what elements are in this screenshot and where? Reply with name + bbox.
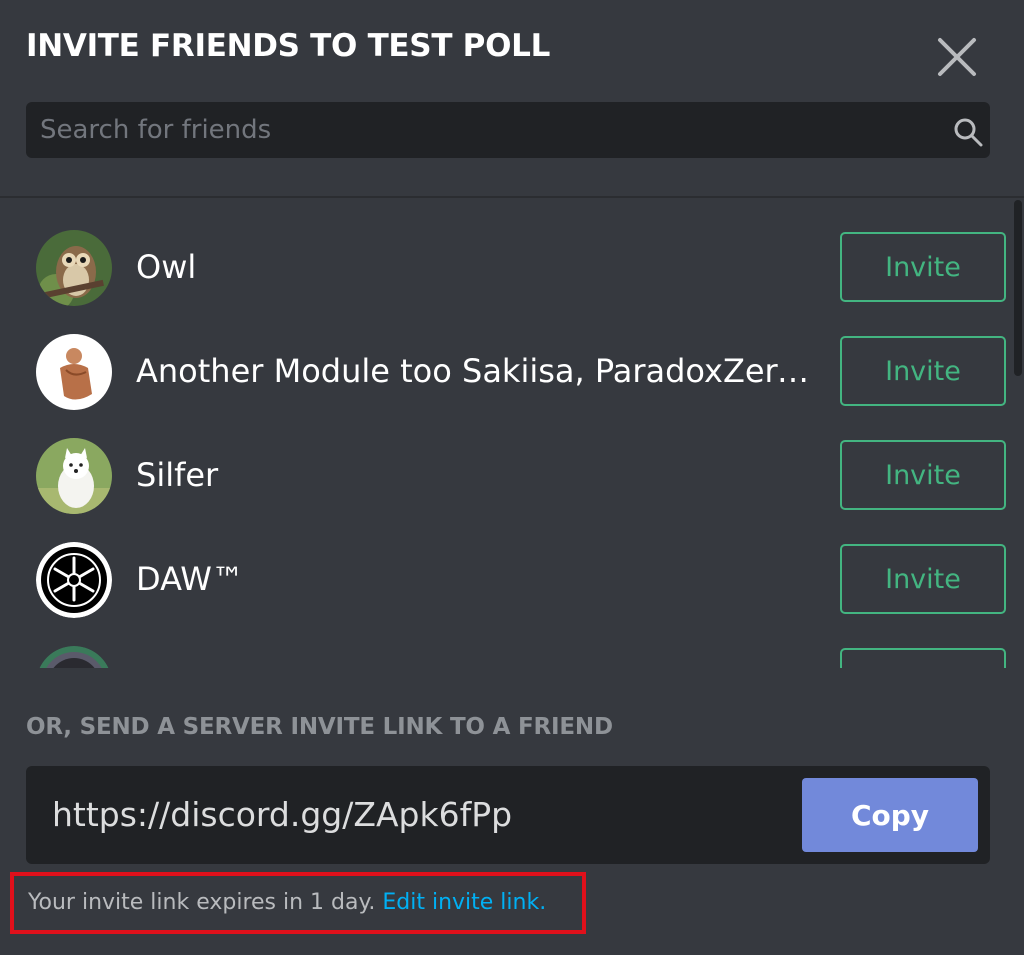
expiry-text: Your invite link expires in 1 day. <box>28 890 376 915</box>
modal-title: INVITE FRIENDS TO TEST POLL <box>26 28 551 64</box>
invite-link-section-label: OR, SEND A SERVER INVITE LINK TO A FRIEN… <box>26 714 613 740</box>
invite-button[interactable]: Invite <box>840 440 1006 510</box>
invite-button[interactable] <box>840 648 1006 668</box>
group-avatar <box>36 334 112 410</box>
friend-name: Owl <box>136 248 197 286</box>
friend-name: Another Module too Sakiisa, ParadoxZero,… <box>136 352 826 390</box>
friend-row: DAW™ Invite <box>0 512 1012 618</box>
search-input[interactable] <box>40 102 910 158</box>
friend-name: DAW™ <box>136 560 244 598</box>
copy-button[interactable]: Copy <box>802 778 978 852</box>
friend-search-bar <box>26 102 990 158</box>
partial-avatar <box>36 646 112 668</box>
friend-name: Silfer <box>136 456 219 494</box>
friend-row: Owl Invite <box>0 200 1012 306</box>
invite-button[interactable]: Invite <box>840 232 1006 302</box>
yamaha-logo-avatar <box>36 542 112 618</box>
invite-button[interactable]: Invite <box>840 544 1006 614</box>
close-icon[interactable] <box>934 34 980 80</box>
friend-row: Another Module too Sakiisa, ParadoxZero,… <box>0 304 1012 410</box>
search-icon[interactable] <box>952 116 984 148</box>
invite-expiry-note: Your invite link expires in 1 day. Edit … <box>28 890 546 915</box>
invite-link-box: Copy <box>26 766 990 864</box>
friend-row <box>0 616 1012 668</box>
dog-avatar <box>36 438 112 514</box>
edit-invite-link[interactable]: Edit invite link. <box>382 890 546 915</box>
owl-avatar <box>36 230 112 306</box>
close-button[interactable] <box>934 34 980 80</box>
friend-row: Silfer Invite <box>0 408 1012 514</box>
invite-friends-modal: INVITE FRIENDS TO TEST POLL Search for f… <box>0 0 1024 955</box>
invite-link-field[interactable] <box>52 788 792 840</box>
invite-button[interactable]: Invite <box>840 336 1006 406</box>
friend-list: Owl Invite Another Module too Sakiisa, P… <box>0 198 1024 668</box>
friend-list-scrollbar[interactable] <box>1014 200 1022 376</box>
